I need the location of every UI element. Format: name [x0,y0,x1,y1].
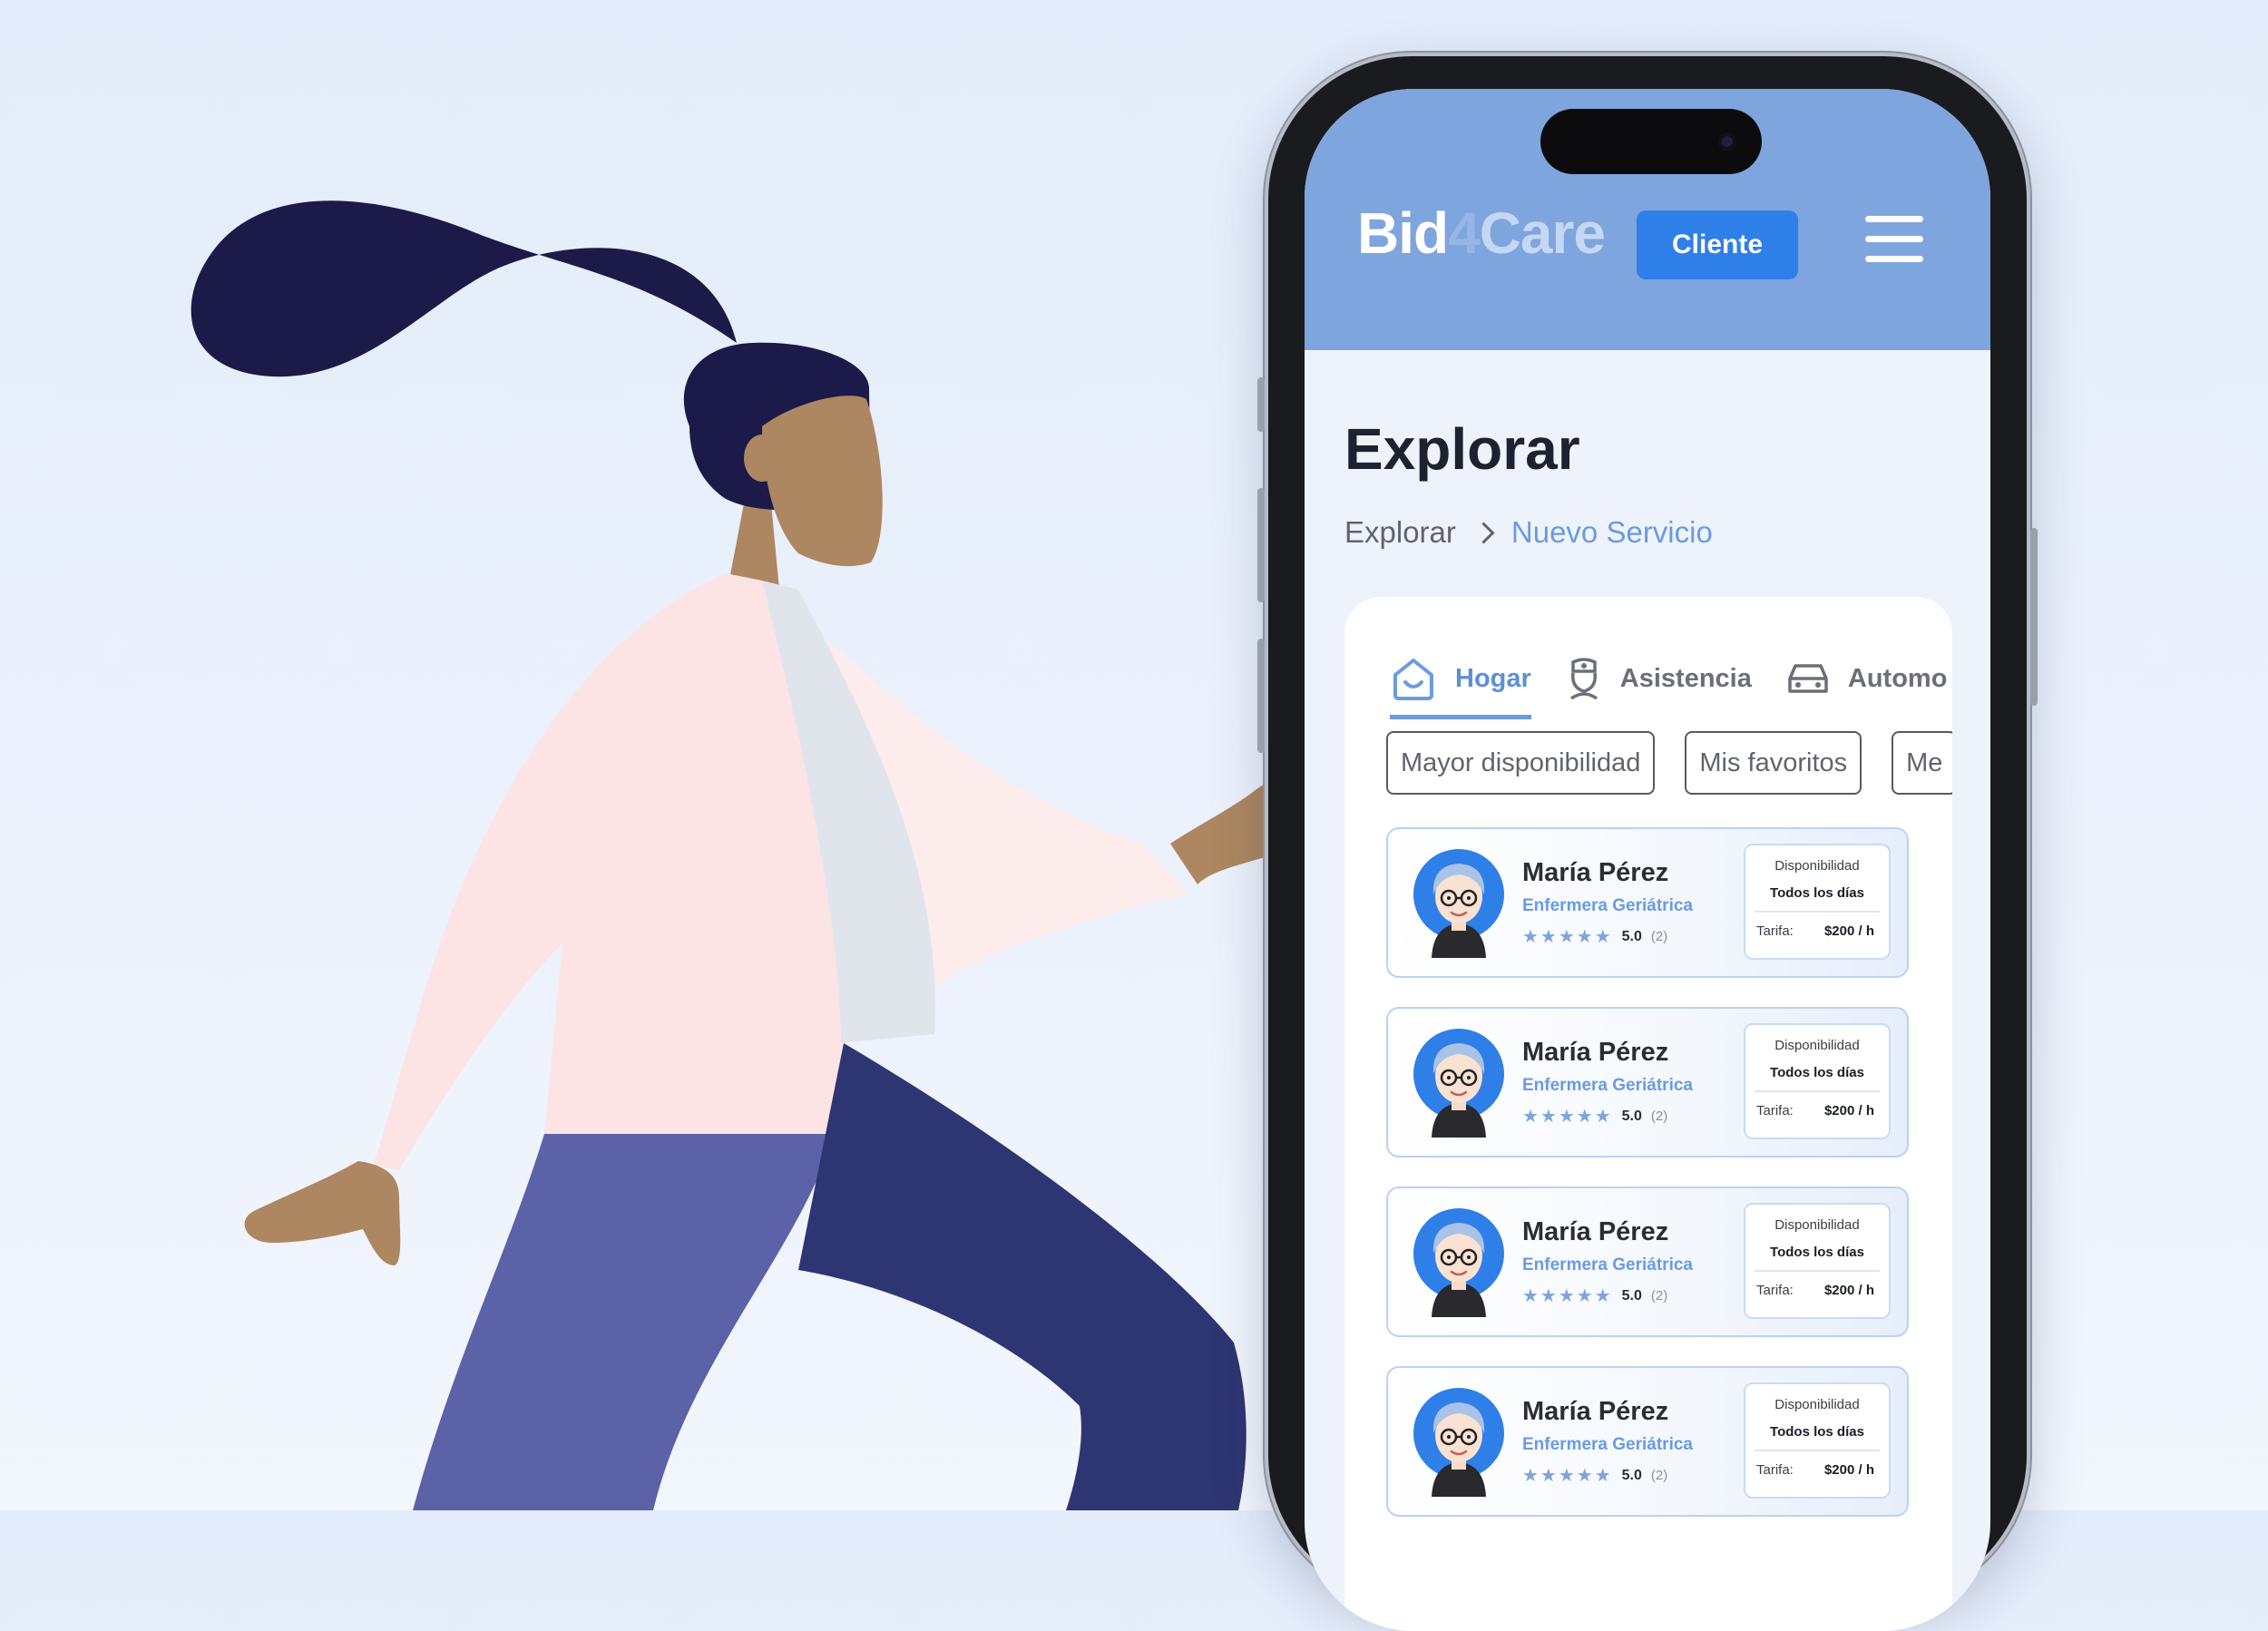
phone-frame: Bid4Care Cliente Explorar Explorar Nuevo… [1257,56,2038,1631]
phone-button-volume-up [1257,488,1265,602]
rate-value: $200 / h [1823,923,1874,939]
explore-panel: Hogar Asistencia Automo Mayor disponibil… [1344,597,1952,1631]
tab-asistencia[interactable]: Asistencia [1566,642,1752,715]
availability-value: Todos los días [1770,1065,1864,1080]
breadcrumb-item-explorar[interactable]: Explorar [1344,515,1456,550]
ear [744,435,780,482]
availability-label: Disponibilidad [1774,858,1860,874]
provider-role: Enfermera Geriátrica [1522,1435,1693,1454]
divider [1755,911,1880,913]
provider-card[interactable]: María Pérez Enfermera Geriátrica ★★★★★ 5… [1386,827,1909,978]
jacket [349,573,842,1187]
phone-button-power [2030,528,2038,706]
dynamic-island [1540,109,1762,174]
page-title: Explorar [1344,416,1580,482]
tab-hogar[interactable]: Hogar [1390,642,1531,719]
hamburger-menu-icon[interactable] [1865,216,1923,270]
star-rating-icon: ★★★★★ [1522,1466,1613,1486]
provider-role: Enfermera Geriátrica [1522,1255,1693,1275]
availability-value: Todos los días [1770,885,1864,901]
availability-value: Todos los días [1770,1245,1864,1260]
rate-label: Tarifa: [1756,1462,1794,1478]
star-rating-icon: ★★★★★ [1522,1107,1613,1127]
face [762,396,883,567]
chevron-right-icon [1472,521,1495,544]
breadcrumb: Explorar Nuevo Servicio [1344,515,1713,550]
category-tabs: Hogar Asistencia Automo [1344,642,1952,719]
filter-chips: Mayor disponibilidad Mis favoritos Me [1386,731,1952,795]
provider-list: María Pérez Enfermera Geriátrica ★★★★★ 5… [1386,827,1909,1546]
home-icon [1393,659,1433,700]
breadcrumb-item-current: Nuevo Servicio [1510,515,1713,549]
review-count: (2) [1650,929,1668,944]
availability-box: Disponibilidad Todos los días Tarifa: $2… [1744,1382,1891,1499]
availability-value: Todos los días [1770,1424,1864,1440]
logo-part-1: Bid [1357,200,1449,266]
provider-name: María Pérez [1522,1217,1669,1246]
provider-rating: ★★★★★ 5.0 (2) [1522,925,1667,948]
woman-illustration [191,200,1291,1510]
star-rating-icon: ★★★★★ [1522,1286,1613,1306]
provider-role: Enfermera Geriátrica [1522,896,1693,915]
role-client-button[interactable]: Cliente [1637,210,1798,279]
pants-back [798,1043,1246,1510]
rating-score: 5.0 [1621,928,1642,944]
rating-score: 5.0 [1621,1108,1642,1124]
tab-label: Asistencia [1619,663,1752,693]
provider-name: María Pérez [1522,858,1669,887]
rate-value: $200 / h [1823,1462,1874,1478]
provider-card[interactable]: María Pérez Enfermera Geriátrica ★★★★★ 5… [1386,1187,1909,1337]
phone-button-action [1257,377,1265,432]
brand-logo[interactable]: Bid4Care [1357,200,1606,267]
tab-label: Hogar [1455,663,1531,693]
avatar [1413,1208,1504,1317]
review-count: (2) [1650,1468,1668,1483]
camera-icon [1718,132,1736,151]
rate-label: Tarifa: [1756,923,1794,939]
avatar [1413,1029,1504,1138]
rate-value: $200 / h [1823,1283,1874,1298]
availability-label: Disponibilidad [1774,1038,1860,1053]
avatar [1413,849,1504,958]
divider [1755,1090,1880,1092]
provider-role: Enfermera Geriátrica [1522,1076,1693,1095]
provider-rating: ★★★★★ 5.0 (2) [1522,1284,1667,1307]
provider-name: María Pérez [1522,1397,1669,1426]
provider-card[interactable]: María Pérez Enfermera Geriátrica ★★★★★ 5… [1386,1366,1909,1517]
filter-more[interactable]: Me [1892,731,1952,795]
rating-score: 5.0 [1621,1467,1642,1483]
provider-rating: ★★★★★ 5.0 (2) [1522,1464,1667,1487]
filter-mis-favoritos[interactable]: Mis favoritos [1685,731,1862,795]
pants-front [413,1134,835,1510]
rate-label: Tarifa: [1756,1103,1794,1118]
star-rating-icon: ★★★★★ [1522,927,1613,947]
nurse-icon [1569,658,1598,700]
tab-automotriz[interactable]: Automo [1786,642,1948,715]
rate-label: Tarifa: [1756,1283,1794,1298]
hand-back [244,1161,401,1265]
hair-ponytail [191,200,737,377]
availability-label: Disponibilidad [1774,1217,1860,1233]
review-count: (2) [1650,1288,1668,1304]
phone-screen: Bid4Care Cliente Explorar Explorar Nuevo… [1305,89,1990,1631]
provider-name: María Pérez [1522,1038,1669,1067]
availability-box: Disponibilidad Todos los días Tarifa: $2… [1744,1023,1891,1139]
provider-card[interactable]: María Pérez Enfermera Geriátrica ★★★★★ 5… [1386,1007,1909,1157]
provider-rating: ★★★★★ 5.0 (2) [1522,1105,1667,1128]
logo-part-3: Care [1479,200,1606,266]
availability-label: Disponibilidad [1774,1397,1860,1412]
logo-part-2: 4 [1448,200,1481,266]
avatar [1413,1388,1504,1497]
tab-label: Automo [1847,663,1948,693]
divider [1755,1270,1880,1272]
car-icon [1788,664,1828,693]
filter-mayor-disponibilidad[interactable]: Mayor disponibilidad [1386,731,1656,795]
divider [1755,1450,1880,1451]
availability-box: Disponibilidad Todos los días Tarifa: $2… [1744,1203,1891,1319]
review-count: (2) [1650,1108,1668,1124]
availability-box: Disponibilidad Todos los días Tarifa: $2… [1744,844,1891,960]
phone-button-volume-down [1257,639,1265,753]
rate-value: $200 / h [1823,1103,1874,1118]
rating-score: 5.0 [1621,1287,1642,1304]
